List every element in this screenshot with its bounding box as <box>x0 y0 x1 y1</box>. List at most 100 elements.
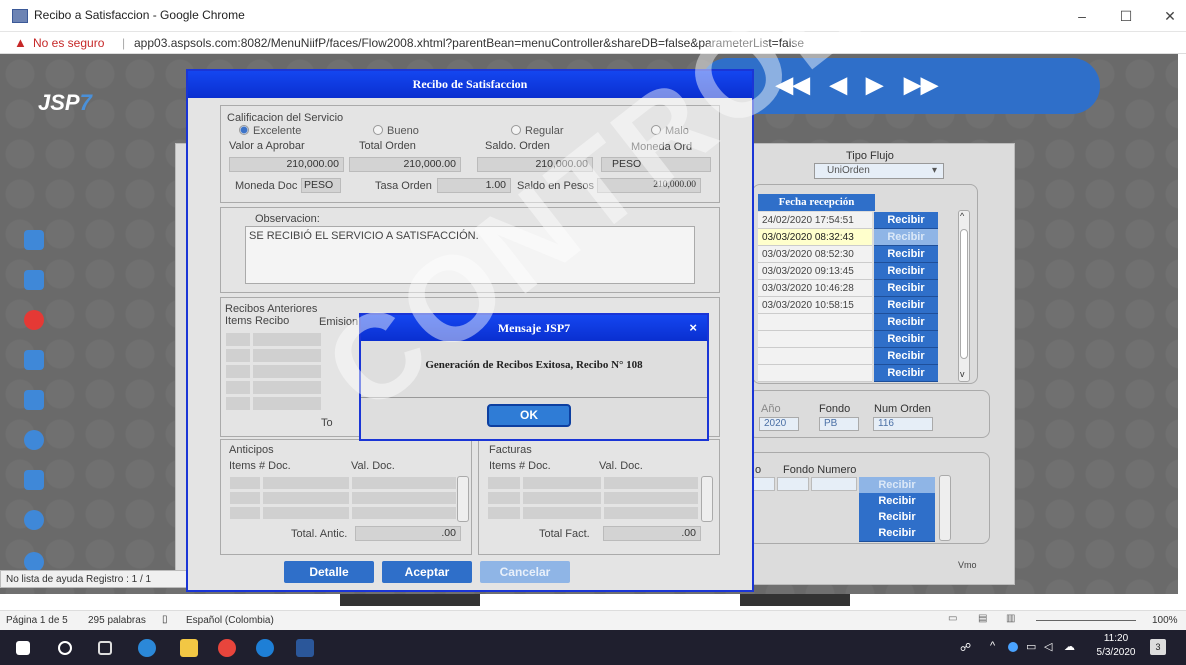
fecha-recepcion-cell[interactable] <box>758 365 872 382</box>
page-count[interactable]: Página 1 de 5 <box>6 615 68 626</box>
recibir-button[interactable]: Recibir <box>874 263 938 280</box>
anticipos-scrollbar[interactable] <box>457 476 469 522</box>
grid-cell[interactable] <box>522 491 602 505</box>
close-window-button[interactable]: ✕ <box>1150 6 1186 26</box>
recepciones-scrollbar[interactable]: ^ v <box>958 210 970 382</box>
fecha-recepcion-cell[interactable] <box>758 314 872 331</box>
word-count[interactable]: 295 palabras <box>88 615 146 626</box>
search-icon[interactable] <box>58 641 72 655</box>
grid-cell[interactable] <box>522 476 602 490</box>
grid-cell[interactable] <box>252 332 322 347</box>
recibir-button[interactable]: Recibir <box>874 314 938 331</box>
print-layout-icon[interactable]: ▤ <box>978 613 987 624</box>
radio-indicator[interactable] <box>373 125 383 135</box>
valor-aprobar-field[interactable]: 210,000.00 <box>229 157 344 172</box>
radio-indicator[interactable] <box>511 125 521 135</box>
radio-indicator[interactable] <box>651 125 661 135</box>
windows-start-icon[interactable] <box>16 641 30 655</box>
network-icon[interactable]: ▭ <box>1026 640 1036 653</box>
people-icon[interactable]: ☍ <box>960 641 971 654</box>
facturas-scrollbar[interactable] <box>701 476 713 522</box>
grid-cell[interactable] <box>603 506 699 520</box>
tipo-flujo-select[interactable]: UniOrden ▾ <box>814 163 944 179</box>
fecha-recepcion-cell[interactable]: 03/03/2020 08:52:30 <box>758 246 872 263</box>
recibir-button[interactable]: Recibir <box>859 525 935 542</box>
grid-cell[interactable] <box>351 476 457 490</box>
scroll-up-icon[interactable]: ^ <box>960 211 964 221</box>
radio-malo[interactable]: Malo <box>651 125 689 137</box>
radio-bueno[interactable]: Bueno <box>373 125 419 137</box>
clock-time[interactable]: 11:20 <box>1096 633 1136 644</box>
clock-date[interactable]: 5/3/2020 <box>1096 647 1136 658</box>
grid-cell[interactable] <box>262 506 350 520</box>
radio-indicator[interactable] <box>239 125 249 135</box>
recibir-button[interactable]: Recibir <box>874 331 938 348</box>
fecha-recepcion-cell[interactable]: 03/03/2020 08:32:43 <box>758 229 872 246</box>
fecha-recepcion-cell[interactable] <box>758 348 872 365</box>
language[interactable]: Español (Colombia) <box>186 615 274 626</box>
grid-cell[interactable] <box>225 364 251 379</box>
recibir-button[interactable]: Recibir <box>874 212 938 229</box>
remove-record-icon[interactable] <box>24 390 44 410</box>
grid-cell[interactable] <box>811 477 857 491</box>
close-icon[interactable]: × <box>689 320 697 335</box>
grid-cell[interactable] <box>262 476 350 490</box>
lower-scrollbar[interactable] <box>939 475 951 541</box>
internet-explorer-icon[interactable] <box>256 639 274 657</box>
search-document-icon[interactable] <box>24 470 44 490</box>
url-text[interactable]: app03.aspsols.com:8082/MenuNiifP/faces/F… <box>134 36 804 50</box>
security-label[interactable]: No es seguro <box>33 36 104 50</box>
grid-cell[interactable] <box>603 476 699 490</box>
first-record-icon[interactable]: ◀◀ <box>776 72 810 98</box>
word-icon[interactable] <box>296 639 314 657</box>
recibir-button[interactable]: Recibir <box>874 280 938 297</box>
recibir-button[interactable]: Recibir <box>859 509 935 526</box>
recibir-button[interactable]: Recibir <box>874 297 938 314</box>
fecha-recepcion-cell[interactable]: 03/03/2020 10:58:15 <box>758 297 872 314</box>
sort-az-icon[interactable] <box>24 510 44 530</box>
recibir-button[interactable]: Recibir <box>859 493 935 510</box>
grid-cell[interactable] <box>225 396 251 411</box>
grid-cell[interactable] <box>262 491 350 505</box>
grid-cell[interactable] <box>229 491 261 505</box>
grid-cell[interactable] <box>252 396 322 411</box>
recibir-button[interactable]: Recibir <box>874 348 938 365</box>
fecha-recepcion-cell[interactable]: 24/02/2020 17:54:51 <box>758 212 872 229</box>
save-icon[interactable] <box>24 270 44 290</box>
grid-cell[interactable] <box>225 348 251 363</box>
onedrive-icon[interactable]: ☁ <box>1064 640 1075 653</box>
notifications-icon[interactable]: 3 <box>1150 639 1166 655</box>
grid-cell[interactable] <box>225 332 251 347</box>
grid-cell[interactable] <box>487 476 521 490</box>
aceptar-button[interactable]: Aceptar <box>382 561 472 583</box>
grid-cell[interactable] <box>252 348 322 363</box>
fecha-recepcion-cell[interactable]: 03/03/2020 09:13:45 <box>758 263 872 280</box>
print-icon[interactable] <box>24 230 44 250</box>
grid-cell[interactable] <box>351 491 457 505</box>
grid-cell[interactable] <box>603 491 699 505</box>
grid-cell[interactable] <box>522 506 602 520</box>
radio-excelente[interactable]: Excelente <box>239 125 301 137</box>
tray-app-icon[interactable] <box>1008 642 1018 652</box>
proofing-icon[interactable]: ▯ <box>162 614 168 625</box>
recibir-button[interactable]: Recibir <box>874 365 938 382</box>
grid-cell[interactable] <box>487 491 521 505</box>
cancelar-button[interactable]: Cancelar <box>480 561 570 583</box>
grid-cell[interactable] <box>252 380 322 395</box>
delete-icon[interactable] <box>24 310 44 330</box>
grid-cell[interactable] <box>229 506 261 520</box>
zoom-level[interactable]: 100% <box>1152 615 1178 626</box>
file-explorer-icon[interactable] <box>180 639 198 657</box>
task-view-icon[interactable] <box>98 641 112 655</box>
scroll-down-icon[interactable]: v <box>960 369 965 379</box>
read-mode-icon[interactable]: ▭ <box>948 613 957 624</box>
next-record-icon[interactable]: ▶ <box>866 72 883 98</box>
address-bar[interactable]: ▲ No es seguro | app03.aspsols.com:8082/… <box>0 32 1186 54</box>
refresh-icon[interactable] <box>24 430 44 450</box>
last-record-icon[interactable]: ▶▶ <box>904 72 938 98</box>
more-icon[interactable] <box>24 552 44 572</box>
minimize-button[interactable]: – <box>1062 6 1102 26</box>
grid-cell[interactable] <box>777 477 809 491</box>
grid-cell[interactable] <box>487 506 521 520</box>
grid-cell[interactable] <box>229 476 261 490</box>
